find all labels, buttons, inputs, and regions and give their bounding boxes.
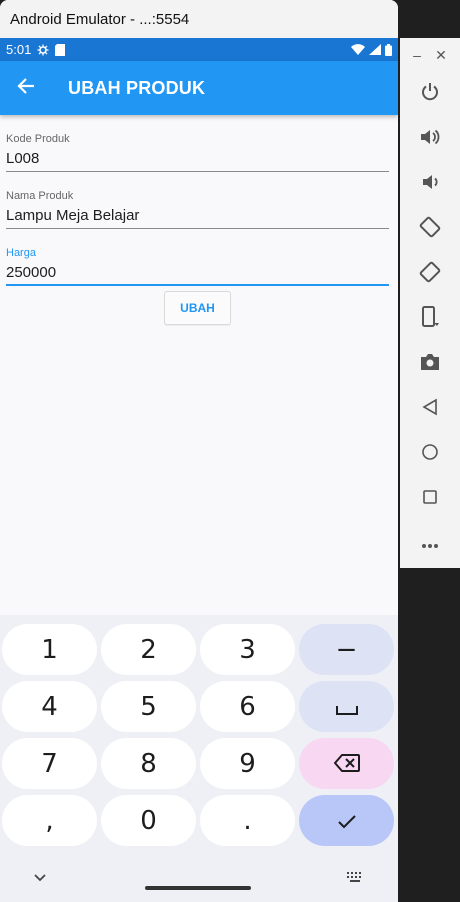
key-3[interactable]: 3 (200, 624, 295, 675)
keyboard-nav-row (0, 862, 398, 902)
update-button[interactable]: UBAH (164, 291, 231, 325)
key-done[interactable] (299, 795, 394, 846)
product-name-input[interactable] (6, 207, 389, 224)
fold-device-button[interactable] (400, 297, 460, 342)
volume-down-icon (420, 172, 440, 197)
power-icon (420, 82, 440, 107)
emulator-window: Android Emulator - ...:5554 5:01 UBAH PR… (0, 0, 398, 902)
app-bar: UBAH PRODUK (0, 61, 398, 115)
rotate-left-button[interactable] (400, 207, 460, 252)
price-field[interactable]: Harga (6, 229, 389, 286)
page-title: UBAH PRODUK (68, 77, 206, 98)
screenshot-button[interactable] (400, 342, 460, 387)
gesture-handle[interactable] (145, 886, 251, 890)
home-icon (421, 443, 439, 466)
product-name-label: Nama Produk (6, 190, 74, 202)
volume-down-button[interactable] (400, 162, 460, 207)
close-icon[interactable]: ✕ (435, 47, 447, 64)
settings-icon (37, 44, 49, 56)
camera-icon (420, 353, 440, 376)
key-0[interactable]: 0 (101, 795, 196, 846)
key-5[interactable]: 5 (101, 681, 196, 732)
arrow-left-icon (17, 77, 35, 100)
wifi-icon (351, 44, 365, 55)
key-9[interactable]: 9 (200, 738, 295, 789)
key-period[interactable]: . (200, 795, 295, 846)
product-form: Kode Produk Nama Produk Harga UBAH (0, 115, 398, 325)
key-4[interactable]: 4 (2, 681, 97, 732)
product-name-field[interactable]: Nama Produk (6, 172, 389, 229)
battery-icon (385, 43, 392, 56)
sd-card-icon (55, 43, 66, 56)
key-minus[interactable]: − (299, 624, 394, 675)
overview-icon (422, 489, 438, 510)
backspace-icon (333, 749, 360, 779)
emulator-toolbar: – ✕ (400, 38, 460, 568)
product-code-field[interactable]: Kode Produk (6, 115, 389, 172)
key-7[interactable]: 7 (2, 738, 97, 789)
product-code-input[interactable] (6, 150, 389, 167)
more-button[interactable] (400, 522, 460, 567)
window-title-bar[interactable]: Android Emulator - ...:5554 (0, 0, 398, 38)
volume-up-icon (419, 127, 441, 152)
rotate-left-icon (419, 216, 441, 243)
price-input[interactable] (6, 264, 389, 281)
status-time: 5:01 (6, 42, 32, 57)
nav-home-button[interactable] (400, 432, 460, 477)
rotate-right-icon (419, 261, 441, 288)
nav-back-button[interactable] (400, 387, 460, 432)
phone-screen: 5:01 UBAH PRODUK Kode Produk L008 Nama P… (0, 38, 398, 902)
numeric-keyboard: 1 2 3 − 4 5 6 7 8 9 , 0 . (0, 615, 398, 902)
power-button[interactable] (400, 72, 460, 117)
keyboard-icon[interactable] (346, 870, 364, 889)
volume-up-button[interactable] (400, 117, 460, 162)
window-title: Android Emulator - ...:5554 (10, 10, 190, 28)
key-space[interactable] (299, 681, 394, 732)
key-backspace[interactable] (299, 738, 394, 789)
key-8[interactable]: 8 (101, 738, 196, 789)
signal-icon (369, 44, 381, 55)
nav-overview-button[interactable] (400, 477, 460, 522)
check-icon (337, 806, 356, 836)
key-comma[interactable]: , (2, 795, 97, 846)
product-code-label: Kode Produk (6, 133, 70, 145)
key-2[interactable]: 2 (101, 624, 196, 675)
price-label: Harga (6, 247, 36, 259)
key-1[interactable]: 1 (2, 624, 97, 675)
back-icon (422, 398, 438, 421)
back-button[interactable] (0, 61, 52, 115)
rotate-right-button[interactable] (400, 252, 460, 297)
chevron-down-icon[interactable] (30, 868, 50, 893)
status-bar: 5:01 (0, 38, 398, 61)
space-icon (335, 692, 358, 722)
minimize-icon[interactable]: – (413, 47, 421, 63)
fold-device-icon (421, 306, 439, 333)
more-icon (421, 536, 439, 554)
key-6[interactable]: 6 (200, 681, 295, 732)
